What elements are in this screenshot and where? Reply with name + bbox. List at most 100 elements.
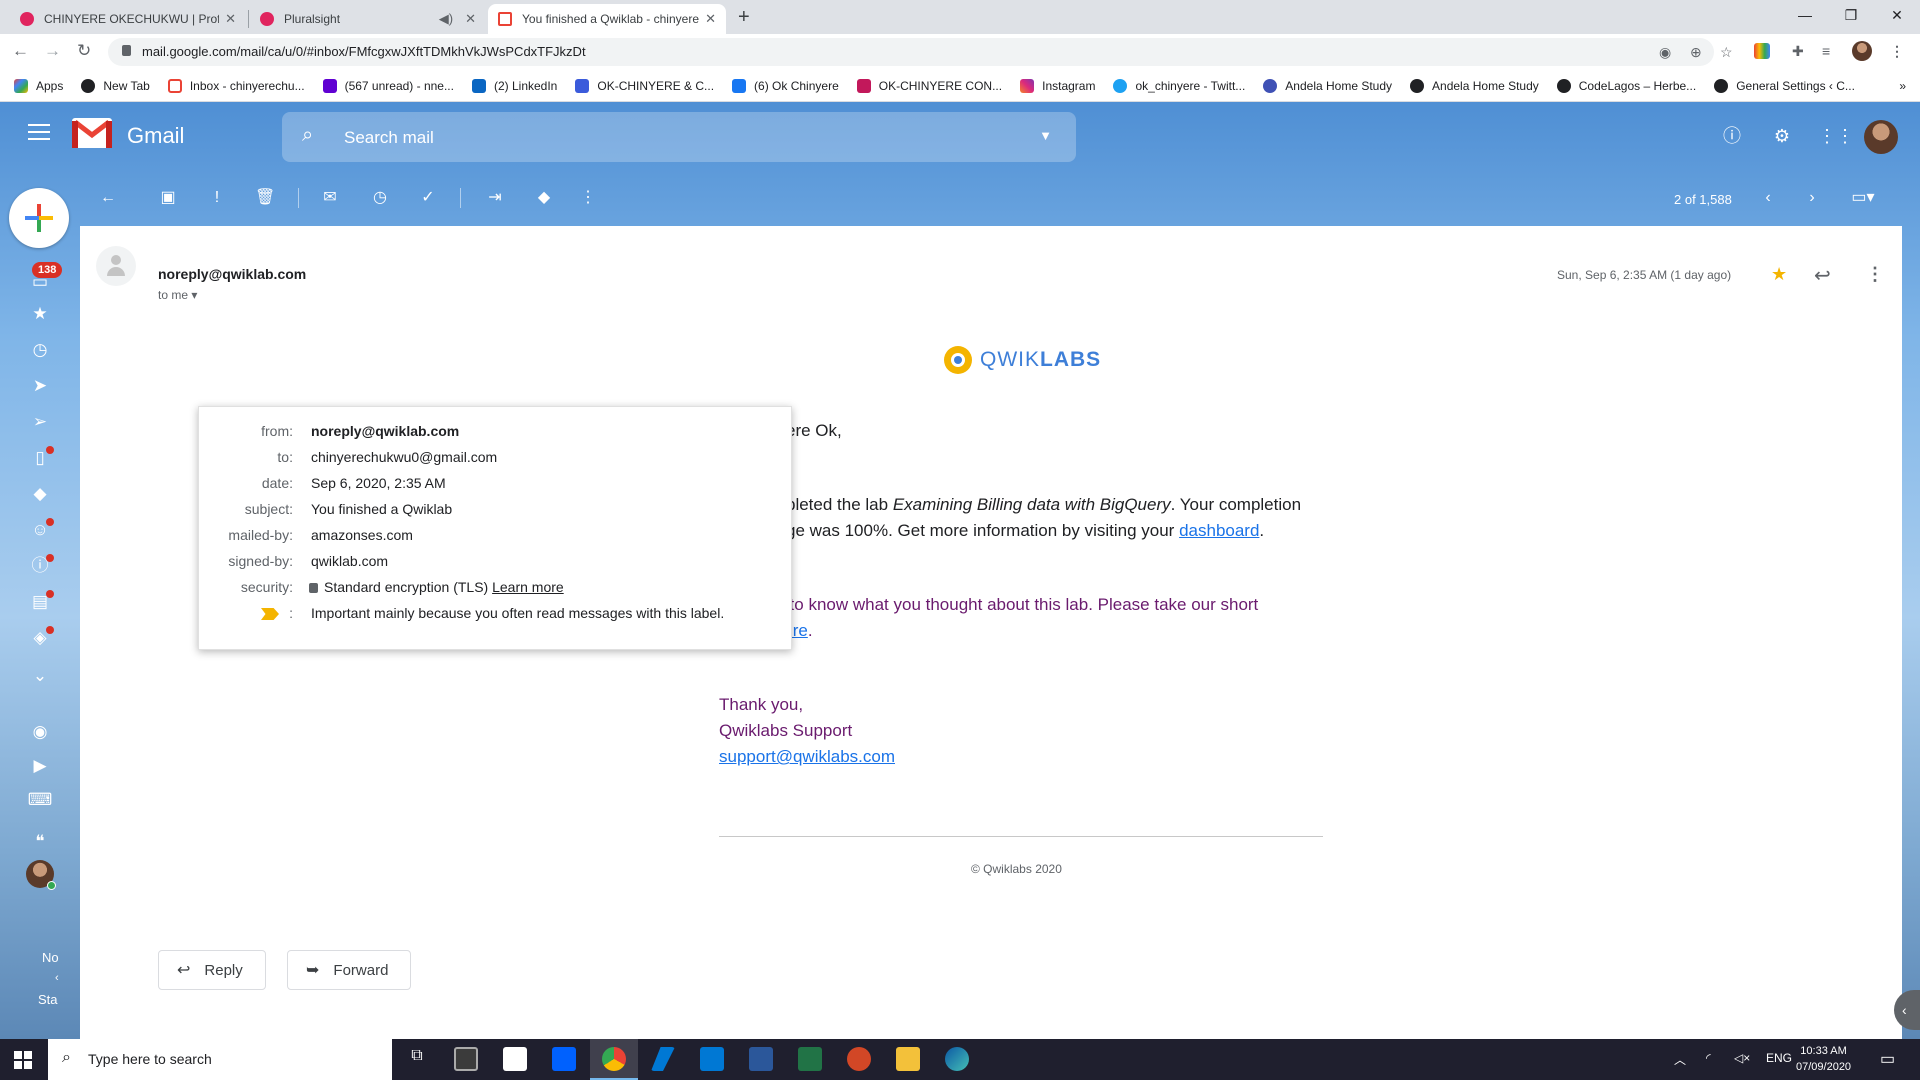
volume-muted-icon[interactable]: ◁× bbox=[1734, 1051, 1750, 1065]
bookmark-item[interactable]: General Settings ‹ C... bbox=[1714, 78, 1855, 93]
main-menu-icon[interactable] bbox=[28, 124, 50, 140]
dropbox-icon[interactable] bbox=[552, 1047, 576, 1071]
notifications-icon[interactable]: ▭ bbox=[1880, 1049, 1895, 1069]
support-email-link[interactable]: support@qwiklabs.com bbox=[719, 747, 895, 766]
bookmark-item[interactable]: Instagram bbox=[1020, 78, 1095, 93]
search-icon[interactable]: ⌕ bbox=[302, 124, 313, 147]
excel-icon[interactable] bbox=[798, 1047, 822, 1071]
tab-close-icon[interactable]: ✕ bbox=[705, 11, 716, 27]
star-icon[interactable]: ★ bbox=[1771, 264, 1787, 285]
hangouts-avatar[interactable] bbox=[26, 860, 56, 890]
mail-icon[interactable] bbox=[700, 1047, 724, 1071]
search-input[interactable]: Search mail bbox=[344, 128, 434, 148]
bookmark-item[interactable]: OK-CHINYERE & C... bbox=[575, 78, 714, 93]
taskbar-search[interactable]: ⌕ Type here to search bbox=[48, 1039, 392, 1080]
forward-button[interactable]: ➥ Forward bbox=[287, 950, 412, 990]
mark-unread-icon[interactable]: ✉ bbox=[320, 188, 340, 208]
close-window-button[interactable]: ✕ bbox=[1874, 2, 1920, 28]
task-view-icon[interactable]: ⧉ bbox=[405, 1047, 429, 1071]
search-bar[interactable]: ⌕ Search mail ▼ bbox=[282, 112, 1076, 162]
reply-icon[interactable]: ↩ bbox=[1814, 263, 1831, 288]
bookmark-item[interactable]: New Tab bbox=[81, 78, 150, 93]
labels-icon[interactable]: ◆ bbox=[534, 188, 554, 208]
sent-icon[interactable]: ➢ bbox=[26, 408, 54, 436]
account-avatar[interactable] bbox=[1864, 120, 1898, 154]
back-to-inbox-icon[interactable]: ← bbox=[98, 188, 118, 208]
bookmark-item[interactable]: Inbox - chinyerechu... bbox=[167, 78, 305, 93]
sender-name[interactable]: noreply@qwiklab.com bbox=[158, 266, 306, 282]
bookmark-apps[interactable]: Apps bbox=[14, 78, 63, 93]
bookmark-item[interactable]: (567 unread) - nne... bbox=[322, 78, 454, 93]
more-options-icon[interactable]: ⋮ bbox=[578, 188, 598, 208]
video-icon[interactable]: ▶ bbox=[26, 752, 54, 780]
extension-icon[interactable] bbox=[1754, 43, 1770, 59]
bookmark-item[interactable]: (2) LinkedIn bbox=[471, 78, 557, 93]
tray-chevron-icon[interactable]: ︿ bbox=[1674, 1051, 1686, 1068]
url-field[interactable]: mail.google.com/mail/ca/u/0/#inbox/FMfcg… bbox=[108, 38, 1733, 66]
network-icon[interactable]: ◜ bbox=[1706, 1051, 1711, 1065]
vscode-icon[interactable] bbox=[651, 1047, 675, 1071]
apps-grid-icon[interactable]: ⋮⋮ bbox=[1818, 124, 1854, 148]
message-more-icon[interactable]: ⋮ bbox=[1866, 264, 1884, 285]
tab-close-icon[interactable]: ✕ bbox=[225, 11, 236, 27]
browser-tab[interactable]: Pluralsight ◀) ✕ bbox=[250, 4, 486, 34]
learn-more-link[interactable]: Learn more bbox=[492, 579, 564, 595]
help-icon[interactable]: ⓘ bbox=[1720, 124, 1744, 148]
bookmarks-overflow-icon[interactable]: » bbox=[1899, 79, 1906, 93]
report-spam-icon[interactable]: ! bbox=[207, 188, 227, 208]
reload-icon[interactable]: ↻ bbox=[77, 41, 91, 61]
profile-avatar[interactable] bbox=[1852, 41, 1872, 61]
media-icon[interactable]: ≡ bbox=[1822, 43, 1830, 59]
bookmark-item[interactable]: CodeLagos – Herbe... bbox=[1556, 78, 1696, 93]
amazon-icon[interactable] bbox=[503, 1047, 527, 1071]
settings-gear-icon[interactable]: ⚙ bbox=[1770, 124, 1794, 148]
promotions-tag-icon[interactable]: ◈ bbox=[26, 624, 54, 652]
starred-icon[interactable]: ★ bbox=[26, 300, 54, 328]
browser-tab[interactable]: CHINYERE OKECHUKWU | Profile ✕ bbox=[10, 4, 246, 34]
back-arrow-icon[interactable]: ← bbox=[12, 41, 29, 61]
hangouts-icon[interactable]: ❝ bbox=[26, 828, 54, 856]
windows-start-icon[interactable] bbox=[14, 1051, 32, 1069]
label-icon[interactable]: ◆ bbox=[26, 480, 54, 508]
word-icon[interactable] bbox=[749, 1047, 773, 1071]
bookmark-item[interactable]: ok_chinyere - Twitt... bbox=[1113, 78, 1245, 93]
edge-icon[interactable] bbox=[945, 1047, 969, 1071]
dashboard-link[interactable]: dashboard bbox=[1179, 521, 1259, 540]
language-indicator[interactable]: ENG bbox=[1766, 1051, 1792, 1065]
chevron-down-icon[interactable]: ▾ bbox=[191, 288, 197, 302]
snoozed-clock-icon[interactable]: ◷ bbox=[26, 336, 54, 364]
speaker-icon[interactable]: ◀) bbox=[439, 11, 453, 27]
forums-icon[interactable]: ▤ bbox=[26, 588, 54, 616]
tab-close-icon[interactable]: ✕ bbox=[465, 11, 476, 27]
keyboard-icon[interactable]: ⌨ bbox=[26, 786, 54, 814]
taskbar-clock[interactable]: 10:33 AM 07/09/2020 bbox=[1796, 1043, 1851, 1075]
zoom-icon[interactable]: ⊕ bbox=[1690, 44, 1702, 61]
bookmark-item[interactable]: Andela Home Study bbox=[1263, 78, 1392, 93]
new-tab-button[interactable]: + bbox=[738, 6, 750, 29]
browser-tab-active[interactable]: You finished a Qwiklab - chinyere ✕ bbox=[488, 4, 726, 34]
chrome-menu-icon[interactable]: ⋮ bbox=[1890, 43, 1904, 60]
bookmark-item[interactable]: (6) Ok Chinyere bbox=[732, 78, 839, 93]
snooze-icon[interactable]: ◷ bbox=[370, 188, 390, 208]
eye-icon[interactable]: ◉ bbox=[1659, 44, 1671, 61]
reply-button[interactable]: ↩ Reply bbox=[158, 950, 266, 990]
search-options-icon[interactable]: ▼ bbox=[1039, 128, 1052, 143]
bookmark-star-icon[interactable]: ☆ bbox=[1720, 44, 1733, 61]
input-tools-icon[interactable]: ▭▾ bbox=[1846, 188, 1880, 208]
restore-button[interactable]: ❐ bbox=[1828, 2, 1874, 28]
drafts-icon[interactable]: ▯ bbox=[26, 444, 54, 472]
powerpoint-icon[interactable] bbox=[847, 1047, 871, 1071]
store-icon[interactable] bbox=[454, 1047, 478, 1071]
delete-icon[interactable]: 🗑 bbox=[255, 188, 275, 208]
file-explorer-icon[interactable] bbox=[896, 1047, 920, 1071]
chevron-left-icon[interactable]: ‹ bbox=[55, 972, 59, 984]
forward-arrow-icon[interactable]: → bbox=[44, 41, 61, 61]
puzzle-icon[interactable]: ✚ bbox=[1792, 43, 1804, 60]
bookmark-item[interactable]: Andela Home Study bbox=[1410, 78, 1539, 93]
updates-info-icon[interactable]: ⓘ bbox=[26, 552, 54, 580]
more-chevron-icon[interactable]: ⌄ bbox=[26, 662, 54, 690]
move-to-icon[interactable]: ⇥ bbox=[485, 188, 505, 208]
recipient-toggle[interactable]: to me ▾ bbox=[158, 288, 197, 302]
add-task-icon[interactable]: ✓ bbox=[418, 188, 438, 208]
compose-button[interactable] bbox=[9, 188, 69, 248]
